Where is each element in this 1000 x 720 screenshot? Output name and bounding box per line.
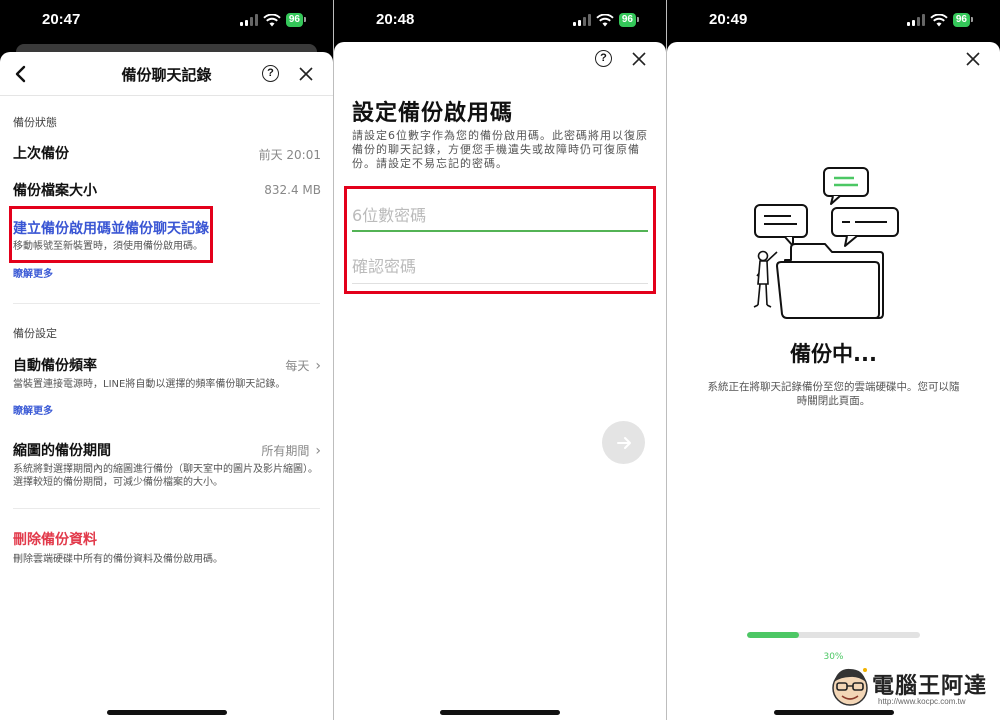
chevron-right-icon: › [315,358,321,374]
watermark-title: 電腦王阿達 [872,674,988,699]
thumbnail-backup-period-text: 所有期間 [261,444,310,458]
backup-progress-bar [747,632,920,638]
header-bar: 備份聊天記錄 ? [0,52,333,96]
learn-more-link[interactable]: 瞭解更多 [13,402,53,417]
battery-icon: 96 [952,13,974,27]
system-icons: 96 [572,13,640,27]
status-time: 20:48 [376,11,415,28]
help-icon[interactable]: ? [595,50,612,67]
system-icons: 96 [239,13,307,27]
close-icon[interactable] [966,52,980,66]
status-time: 20:49 [709,11,748,28]
backup-illustration [753,167,899,319]
next-button[interactable] [602,421,645,464]
help-icon[interactable]: ? [262,65,279,82]
close-icon[interactable] [632,52,646,66]
delete-backup-data-button[interactable]: 刪除備份資料 [13,529,97,549]
arrow-right-icon [616,436,631,449]
sheet-header [667,42,1000,75]
battery-icon: 96 [618,13,640,27]
backup-file-size-label: 備份檔案大小 [13,183,97,199]
progress-description: 系統正在將聊天記錄備份至您的雲端硬碟中。您可以隨時關閉此頁面。 [707,381,960,407]
progress-percent-label: 30% [823,652,844,662]
section-divider [13,508,320,509]
pin-description: 請設定6位數字作為您的備份啟用碼。此密碼將用以復原備份的聊天記錄，方便您手機遺失… [352,129,648,170]
set-backup-pin-screen: 20:48 96 ? 設定備份啟用碼 請設定6位數字作為您的備份啟用碼。此密碼將… [334,0,666,720]
highlight-annotation [344,186,656,294]
wifi-icon [930,13,948,26]
auto-backup-frequency-text: 每天 [285,359,310,373]
close-icon[interactable] [299,67,313,81]
highlight-annotation [9,206,213,263]
home-indicator [106,710,227,715]
wifi-icon [596,13,614,26]
mascot-logo [832,668,868,706]
auto-backup-frequency-value[interactable]: 每天 › [285,357,321,374]
cellular-signal-icon [239,14,258,26]
backup-progress-fill [747,632,799,638]
learn-more-link[interactable]: 瞭解更多 [13,265,53,280]
wifi-icon [263,13,281,26]
thumbnail-backup-period-value[interactable]: 所有期間 › [261,442,321,459]
watermark-url: http://www.kocpc.com.tw [878,697,966,706]
delete-backup-description: 刪除雲端硬碟中所有的備份資料及備份啟用碼。 [13,554,223,565]
auto-backup-frequency-label[interactable]: 自動備份頻率 [13,355,97,375]
auto-backup-description: 當裝置連接電源時，LINE將自動以選擇的頻率備份聊天記錄。 [13,379,286,390]
page-title: 備份聊天記錄 [121,66,212,84]
chevron-right-icon: › [315,443,321,459]
site-watermark: 電腦王阿達 http://www.kocpc.com.tw [826,664,996,714]
thumbnail-backup-description: 系統將對選擇期間內的縮圖進行備份（聊天室中的圖片及影片縮圖）。選擇較短的備份期間… [13,464,318,488]
backup-file-size-value: 832.4 MB [264,183,321,197]
status-bar: 20:47 96 [0,0,333,42]
home-indicator [440,710,560,715]
cellular-signal-icon [572,14,591,26]
battery-icon: 96 [285,13,307,27]
backup-status-section-label: 備份狀態 [13,116,57,129]
status-time: 20:47 [42,11,81,28]
backup-progress-screen: 20:49 96 備份中... 系統正在將聊天記錄備份至您的雲端硬碟中。您可以隨… [667,0,1000,720]
page-title: 設定備份啟用碼 [352,101,514,126]
backup-settings-section-label: 備份設定 [13,327,57,340]
section-divider [13,303,320,304]
sheet-header: ? [334,42,666,75]
last-backup-value: 前天 20:01 [258,148,321,162]
backup-settings-screen: 20:47 96 備份聊天記錄 ? 備份狀態 上次備份 前天 20:01 備份檔… [0,0,333,720]
cellular-signal-icon [906,14,925,26]
thumbnail-backup-period-label[interactable]: 縮圖的備份期間 [13,440,111,460]
last-backup-label: 上次備份 [13,146,69,162]
page-title: 備份中... [790,342,877,366]
system-icons: 96 [906,13,974,27]
